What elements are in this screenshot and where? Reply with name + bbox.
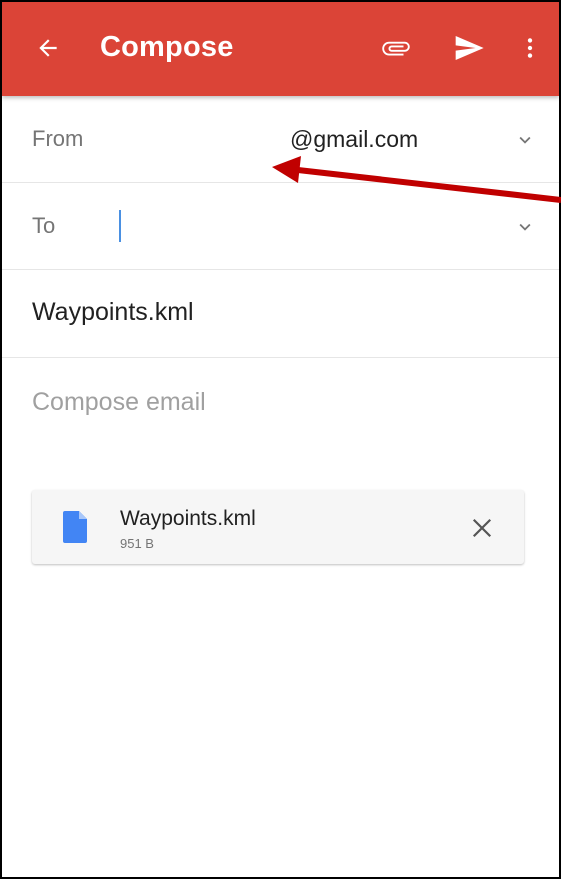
app-bar: Compose: [2, 2, 559, 96]
subject-input[interactable]: Waypoints.kml: [32, 298, 194, 327]
more-options-button[interactable]: [506, 24, 554, 72]
body-input[interactable]: Compose email: [32, 388, 206, 417]
to-expand-button[interactable]: [510, 213, 540, 241]
file-icon: [63, 511, 87, 543]
from-account[interactable]: @gmail.com: [290, 126, 418, 153]
subject-row[interactable]: Waypoints.kml: [2, 270, 559, 358]
chevron-down-icon: [519, 223, 531, 231]
remove-attachment-button[interactable]: [466, 512, 498, 544]
page-title: Compose: [100, 31, 234, 63]
from-row[interactable]: From @gmail.com: [2, 96, 559, 183]
send-button[interactable]: [445, 24, 493, 72]
attachment-file-icon: [63, 511, 87, 548]
send-icon: [455, 36, 484, 60]
arrow-back-icon: [39, 39, 57, 57]
more-vert-icon: [527, 38, 533, 58]
to-row[interactable]: To: [2, 183, 559, 270]
attachment-card[interactable]: Waypoints.kml 951 B: [32, 490, 524, 564]
attachment-size: 951 B: [120, 536, 154, 551]
to-label: To: [32, 213, 56, 238]
from-expand-button[interactable]: [510, 126, 540, 154]
chevron-down-icon: [519, 136, 531, 144]
back-button[interactable]: [24, 24, 72, 72]
from-label: From: [32, 126, 84, 151]
compose-screen: Compose From @gmail.com To Waypoints.kml…: [0, 0, 561, 879]
paperclip-icon: [382, 41, 410, 56]
close-icon: [472, 518, 492, 538]
text-cursor: [119, 210, 121, 242]
attach-button[interactable]: [372, 24, 420, 72]
attachment-name: Waypoints.kml: [120, 507, 256, 530]
